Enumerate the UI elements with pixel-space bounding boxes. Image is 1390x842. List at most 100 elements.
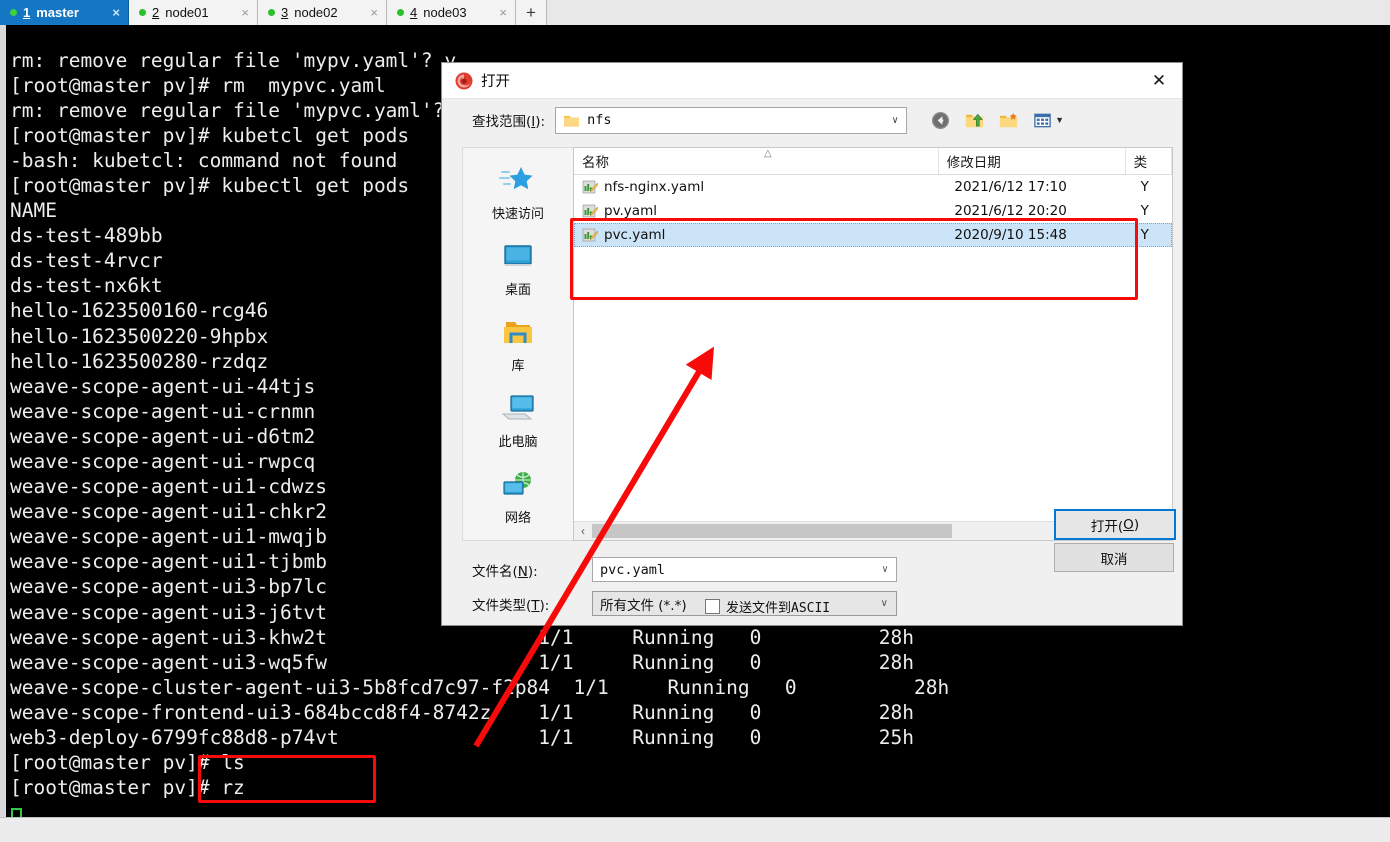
yaml-file-icon bbox=[582, 180, 598, 194]
dialog-toolbar: ▼ bbox=[917, 109, 1064, 131]
file-type: Y bbox=[1140, 179, 1149, 195]
terminal-cursor bbox=[11, 808, 22, 817]
places-bar: 快速访问 桌面 库 此电脑 网络 bbox=[462, 147, 574, 541]
scroll-thumb[interactable] bbox=[592, 524, 952, 538]
network-icon bbox=[463, 464, 573, 506]
status-dot-icon bbox=[397, 9, 404, 16]
new-folder-icon[interactable] bbox=[997, 109, 1019, 131]
file-type: Y bbox=[1140, 203, 1149, 219]
terminal-left-scrollbar[interactable] bbox=[0, 25, 6, 817]
file-name: nfs-nginx.yaml bbox=[604, 179, 705, 195]
look-in-value: nfs bbox=[587, 112, 612, 128]
place-desktop[interactable]: 桌面 bbox=[463, 236, 573, 298]
view-mode-chevron-icon[interactable]: ▼ bbox=[1055, 115, 1064, 125]
tab-node01[interactable]: 2 node01 × bbox=[129, 0, 258, 25]
star-icon bbox=[463, 160, 573, 202]
chevron-down-icon[interactable]: ∨ bbox=[882, 564, 888, 575]
file-row-selected[interactable]: pvc.yaml 2020/9/10 15:48 Y bbox=[574, 223, 1172, 247]
terminal-status-bar bbox=[0, 817, 1390, 842]
send-ascii-label: 发送文件到ASCII bbox=[726, 601, 831, 616]
tab-close-icon[interactable]: × bbox=[356, 5, 378, 20]
open-button[interactable]: 打开(O) bbox=[1054, 509, 1176, 540]
send-ascii-checkbox-row[interactable]: 发送文件到ASCII bbox=[705, 597, 830, 616]
file-name-label: 文件名(N): bbox=[472, 563, 538, 580]
tab-close-icon[interactable]: × bbox=[98, 5, 120, 20]
file-date: 2021/6/12 20:20 bbox=[954, 203, 1067, 219]
checkbox[interactable] bbox=[705, 599, 720, 614]
place-libraries[interactable]: 库 bbox=[463, 312, 573, 374]
tab-index: 2 bbox=[152, 5, 160, 20]
sort-ascending-icon: △ bbox=[764, 148, 772, 159]
file-list-header: 名称 修改日期 类 △ bbox=[574, 148, 1172, 175]
file-row[interactable]: pv.yaml 2021/6/12 20:20 Y bbox=[574, 199, 1172, 223]
view-mode-icon[interactable] bbox=[1031, 109, 1053, 131]
up-folder-icon[interactable] bbox=[963, 109, 985, 131]
tab-node02[interactable]: 3 node02 × bbox=[258, 0, 387, 25]
screen: 1 master × 2 node01 × 3 node02 × 4 node0… bbox=[0, 0, 1390, 842]
file-name-cell: pvc.yaml bbox=[574, 227, 946, 243]
file-name-row: 文件名(N): pvc.yaml ∨ bbox=[472, 557, 897, 582]
tab-label: master bbox=[36, 5, 79, 20]
place-network[interactable]: 网络 bbox=[463, 464, 573, 526]
xshell-logo-icon bbox=[455, 72, 473, 89]
chevron-down-icon[interactable]: ∨ bbox=[881, 598, 888, 609]
file-name-value: pvc.yaml bbox=[600, 561, 666, 578]
file-type-value: 所有文件 (*.*) bbox=[600, 597, 687, 614]
tab-close-icon[interactable]: × bbox=[227, 5, 249, 20]
file-type-row: 文件类型(T): 所有文件 (*.*) ∨ bbox=[472, 591, 897, 616]
tab-label: node02 bbox=[294, 5, 338, 20]
desktop-icon bbox=[463, 236, 573, 278]
tab-master[interactable]: 1 master × bbox=[0, 0, 129, 25]
open-file-dialog: 打开 ✕ 查找范围(I): nfs ∨ ▼ 快速访问 桌面 库 此电脑 网络 名… bbox=[441, 62, 1183, 626]
file-list[interactable]: 名称 修改日期 类 △ nfs-nginx.yaml 2021/6/12 17:… bbox=[573, 147, 1173, 541]
column-header-type[interactable]: 类 bbox=[1126, 148, 1172, 174]
place-label: 库 bbox=[511, 359, 525, 374]
place-this-pc[interactable]: 此电脑 bbox=[463, 388, 573, 450]
file-name-input[interactable]: pvc.yaml ∨ bbox=[592, 557, 897, 582]
chevron-down-icon[interactable]: ∨ bbox=[892, 108, 898, 133]
close-icon[interactable]: ✕ bbox=[1136, 63, 1182, 98]
new-tab-button[interactable]: + bbox=[516, 0, 547, 25]
place-label: 快速访问 bbox=[491, 207, 544, 222]
tab-node03[interactable]: 4 node03 × bbox=[387, 0, 516, 25]
tab-index: 4 bbox=[410, 5, 418, 20]
folder-icon bbox=[564, 115, 580, 127]
status-dot-icon bbox=[139, 9, 146, 16]
file-type-label: 文件类型(T): bbox=[472, 597, 550, 614]
column-header-name[interactable]: 名称 bbox=[574, 148, 939, 174]
cancel-button[interactable]: 取消 bbox=[1054, 543, 1174, 572]
look-in-combobox[interactable]: nfs ∨ bbox=[555, 106, 908, 134]
yaml-file-icon bbox=[582, 204, 598, 218]
tab-bar: 1 master × 2 node01 × 3 node02 × 4 node0… bbox=[0, 0, 1390, 27]
library-folder-icon bbox=[463, 312, 573, 354]
file-row[interactable]: nfs-nginx.yaml 2021/6/12 17:10 Y bbox=[574, 175, 1172, 199]
dialog-title: 打开 bbox=[481, 74, 510, 90]
tab-bar-empty bbox=[547, 0, 1390, 25]
status-dot-icon bbox=[268, 9, 275, 16]
scroll-left-icon[interactable]: ‹ bbox=[574, 524, 592, 538]
file-name-cell: nfs-nginx.yaml bbox=[574, 179, 946, 195]
look-in-label: 查找范围(I): bbox=[472, 114, 546, 130]
back-icon[interactable] bbox=[929, 109, 951, 131]
file-name: pv.yaml bbox=[604, 203, 657, 219]
place-quick-access[interactable]: 快速访问 bbox=[463, 160, 573, 222]
status-dot-icon bbox=[10, 9, 17, 16]
look-in-row: 查找范围(I): nfs ∨ ▼ bbox=[442, 99, 1182, 141]
file-name-cell: pv.yaml bbox=[574, 203, 946, 219]
tab-index: 1 bbox=[23, 5, 31, 20]
column-header-date[interactable]: 修改日期 bbox=[939, 148, 1126, 174]
tab-close-icon[interactable]: × bbox=[485, 5, 507, 20]
tab-label: node03 bbox=[423, 5, 467, 20]
file-date: 2021/6/12 17:10 bbox=[954, 179, 1067, 195]
file-name: pvc.yaml bbox=[604, 227, 666, 243]
file-type: Y bbox=[1140, 227, 1149, 243]
dialog-title-bar: 打开 ✕ bbox=[442, 63, 1182, 99]
file-list-body[interactable]: nfs-nginx.yaml 2021/6/12 17:10 Y pv.yaml… bbox=[574, 175, 1172, 521]
this-pc-icon bbox=[463, 388, 573, 430]
place-label: 此电脑 bbox=[498, 435, 538, 450]
yaml-file-icon bbox=[582, 228, 598, 242]
place-label: 桌面 bbox=[504, 283, 531, 298]
tab-label: node01 bbox=[165, 5, 209, 20]
file-date: 2020/9/10 15:48 bbox=[954, 227, 1067, 243]
tab-index: 3 bbox=[281, 5, 289, 20]
